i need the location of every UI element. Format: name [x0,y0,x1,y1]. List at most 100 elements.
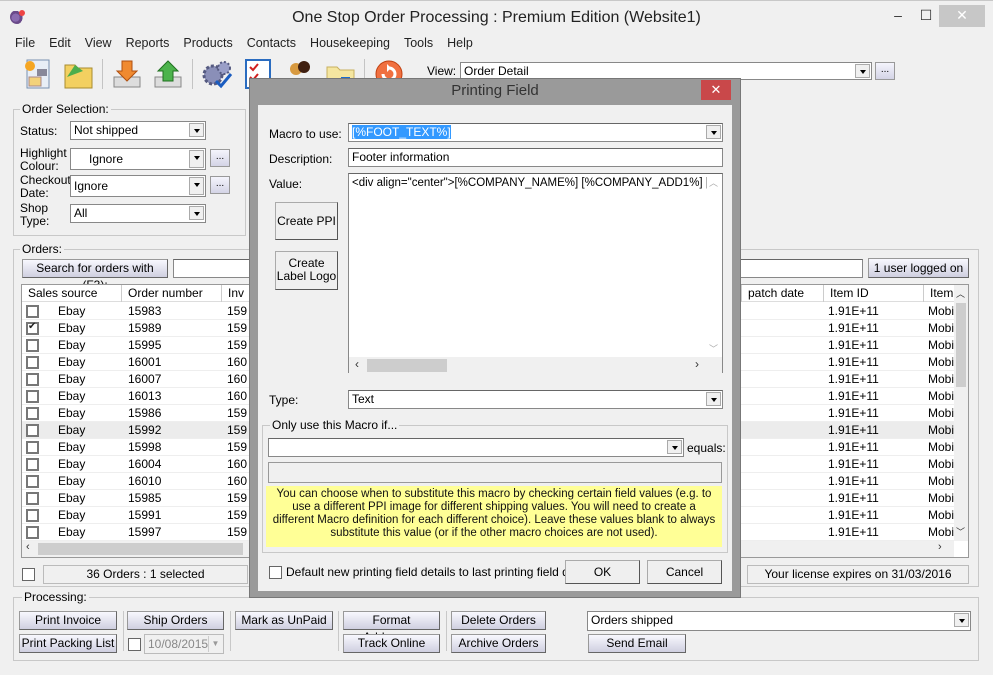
row-checkbox[interactable] [26,390,39,403]
menu-view[interactable]: View [78,34,119,52]
menu-edit[interactable]: Edit [42,34,78,52]
row-checkbox[interactable] [26,424,39,437]
status-label: Status: [20,124,58,138]
mark-as-unpaid-button[interactable]: Mark as UnPaid [235,611,333,630]
cancel-button[interactable]: Cancel [647,560,722,584]
print-invoice-button[interactable]: Print Invoice [19,611,117,630]
track-online-button[interactable]: Track Online [343,634,440,653]
close-button[interactable]: ✕ [939,5,985,27]
row-checkbox[interactable] [26,373,39,386]
chevron-down-icon[interactable] [189,206,204,220]
row-checkbox[interactable] [26,458,39,471]
row-checkbox[interactable] [26,339,39,352]
search-orders-button[interactable]: Search for orders with (F3): [22,259,168,292]
value-vertical-scrollbar[interactable]: ︿ ﹀ [706,174,722,357]
shop-type-label: Shop Type: [20,202,49,228]
settings-gears-icon[interactable] [200,57,234,91]
column-header-dispatch-date[interactable]: patch date [742,285,824,302]
value-textarea[interactable]: <div align="center">[%COMPANY_NAME%] [%C… [348,173,723,373]
chevron-down-icon[interactable] [706,392,721,406]
row-checkbox[interactable] [26,305,39,318]
view-more-button[interactable]: ... [875,62,895,80]
row-checkbox[interactable] [26,475,39,488]
chevron-down-icon[interactable] [189,177,204,195]
download-orders-icon[interactable] [110,57,144,91]
column-header-item-id[interactable]: Item ID [824,285,924,302]
vertical-scrollbar[interactable]: ︿ ﹀ [954,285,968,541]
users-logged-on-button[interactable]: 1 user logged on [868,258,969,278]
chevron-down-icon[interactable] [189,150,204,168]
scroll-right-icon[interactable]: › [938,541,942,553]
value-horizontal-scroll-thumb[interactable] [367,359,447,372]
horizontal-scroll-thumb[interactable] [38,543,243,555]
minimize-button[interactable]: – [888,5,908,27]
menu-help[interactable]: Help [440,34,480,52]
condition-field-select[interactable] [268,438,684,457]
row-checkbox[interactable] [26,356,39,369]
format-addresses-button[interactable]: Format Addresses [343,611,440,644]
create-label-logo-button[interactable]: Create Label Logo [275,251,338,290]
vertical-scroll-thumb[interactable] [956,303,966,387]
chevron-down-icon[interactable] [954,613,969,627]
print-packing-list-button[interactable]: Print Packing List [19,634,117,653]
column-header-order-number[interactable]: Order number [122,285,222,302]
description-input[interactable]: Footer information [348,148,723,167]
menu-contacts[interactable]: Contacts [240,34,303,52]
chevron-down-icon[interactable]: ▼ [208,636,222,652]
row-checkbox[interactable] [26,526,39,539]
new-document-icon[interactable] [20,57,54,91]
open-folder-icon[interactable] [61,57,95,91]
menu-housekeeping[interactable]: Housekeeping [303,34,397,52]
archive-orders-button[interactable]: Archive Orders [451,634,546,653]
type-select[interactable]: Text [348,390,723,409]
macro-select[interactable]: [%FOOT_TEXT%] [348,123,723,142]
scroll-up-icon[interactable]: ︿ [709,176,718,189]
row-checkbox[interactable] [26,441,39,454]
row-checkbox[interactable] [26,492,39,505]
checkout-date-more-button[interactable]: ... [210,176,230,194]
row-checkbox[interactable] [26,407,39,420]
scroll-left-icon[interactable]: ‹ [26,541,30,553]
select-all-checkbox[interactable] [22,568,35,581]
ship-date-checkbox[interactable] [128,638,141,651]
chevron-down-icon[interactable] [667,440,682,454]
sales-source-cell: Ebay [58,304,86,318]
chevron-down-icon[interactable] [189,123,204,137]
chevron-down-icon[interactable] [855,64,870,78]
email-template-select[interactable]: Orders shipped [587,611,971,631]
scroll-left-icon[interactable]: ‹ [355,357,359,371]
menu-reports[interactable]: Reports [119,34,177,52]
scroll-up-icon[interactable]: ︿ [956,287,965,300]
upload-orders-icon[interactable] [151,57,185,91]
shop-type-select[interactable]: All [70,204,206,223]
delete-orders-button[interactable]: Delete Orders [451,611,546,630]
chevron-down-icon[interactable] [706,125,721,139]
send-email-button[interactable]: Send Email [588,634,686,653]
scroll-down-icon[interactable]: ﹀ [709,342,718,355]
menu-file[interactable]: File [8,34,42,52]
ship-date-picker[interactable]: 10/08/2015 ▼ [144,634,224,654]
scroll-right-icon[interactable]: › [695,357,699,371]
column-header-item[interactable]: Item [924,285,954,302]
license-status: Your license expires on 31/03/2016 [747,565,969,584]
item-id-cell: 1.91E+11 [828,508,879,522]
create-ppi-button[interactable]: Create PPI [275,202,338,240]
menu-tools[interactable]: Tools [397,34,440,52]
column-header-sales-source[interactable]: Sales source [22,285,122,302]
highlight-colour-select[interactable]: Ignore [70,148,206,170]
row-checkbox[interactable] [26,321,39,335]
ok-button[interactable]: OK [565,560,640,584]
scroll-down-icon[interactable]: ﹀ [956,525,965,538]
default-details-checkbox[interactable] [269,566,282,579]
row-checkbox[interactable] [26,509,39,522]
value-horizontal-scrollbar[interactable]: ‹ › [349,357,722,373]
dialog-close-button[interactable]: ✕ [701,80,731,100]
condition-help-note: You can choose when to substitute this m… [266,486,722,547]
ship-orders-button[interactable]: Ship Orders [127,611,224,630]
menu-products[interactable]: Products [176,34,239,52]
maximize-button[interactable]: ☐ [916,5,936,27]
condition-value-input[interactable] [268,462,722,483]
highlight-colour-more-button[interactable]: ... [210,149,230,167]
status-select[interactable]: Not shipped [70,121,206,140]
checkout-date-select[interactable]: Ignore [70,175,206,197]
